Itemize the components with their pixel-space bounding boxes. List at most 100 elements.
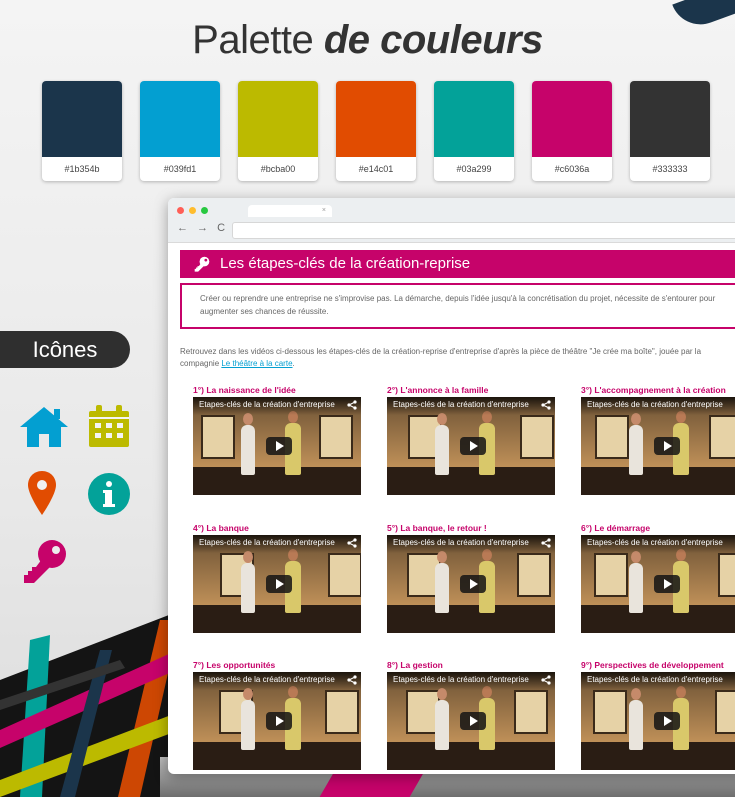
intro-box: Créer ou reprendre une entreprise ne s'i… [180,283,735,329]
play-button[interactable] [654,575,680,593]
play-button[interactable] [460,575,486,593]
swatch-color [42,81,122,157]
video-caption: Etapes-clés de la création d'entreprise [581,535,735,553]
video-caption: Etapes-clés de la création d'entreprise [193,535,361,553]
info-icon [88,473,130,515]
thumbnail-window [201,415,235,459]
video-thumbnail[interactable]: Etapes-clés de la création d'entreprise [581,672,735,770]
video-card[interactable]: 4°) La banque Etapes-clés de la création … [193,521,361,633]
swatch-color [336,81,416,157]
title-bold: de couleurs [323,18,544,62]
actor-figure [629,700,643,750]
minimize-dot[interactable] [189,207,196,214]
video-card[interactable]: 6°) Le démarrage Etapes-clés de la créati… [581,521,735,633]
thumbnail-window [328,553,361,597]
swatch-6: #c6036a [532,81,612,181]
play-button[interactable] [654,712,680,730]
thumbnail-floor [581,467,735,495]
swatch-label: #333333 [652,164,688,174]
swatch-color [140,81,220,157]
video-card[interactable]: 7°) Les opportunités Etapes-clés de la cr… [193,658,361,770]
actor-figure [435,425,449,475]
share-icon[interactable] [347,400,357,410]
close-dot[interactable] [177,207,184,214]
thumbnail-window [715,690,735,734]
video-card[interactable]: 5°) La banque, le retour ! Etapes-clés de… [387,521,555,633]
video-thumbnail[interactable]: Etapes-clés de la création d'entreprise [387,535,555,633]
calendar-icon [89,405,129,447]
video-caption: Etapes-clés de la création d'entreprise [387,397,555,415]
color-palette: #1b354b #039fd1 #bcba00 #e14c01 #03a299 … [42,81,710,181]
video-caption: Etapes-clés de la création d'entreprise [193,397,361,415]
share-icon[interactable] [541,538,551,548]
swatch-2: #039fd1 [140,81,220,181]
swatch-3: #bcba00 [238,81,318,181]
swatch-label: #1b354b [64,164,100,174]
icons-section-label: Icônes [0,331,130,368]
actor-figure [629,563,643,613]
thumbnail-floor [581,605,735,633]
share-icon[interactable] [541,400,551,410]
browser-chrome: × ← → C [168,198,735,243]
thumbnail-window [709,415,735,459]
key-icon [194,256,210,272]
actor-figure [435,700,449,750]
video-title: 9°) Perspectives de développement [581,660,724,670]
video-card[interactable]: 2°) L'annonce à la famille Etapes-clés de… [387,383,555,495]
video-card[interactable]: 9°) Perspectives de développement Etapes-… [581,658,735,770]
video-thumbnail[interactable]: Etapes-clés de la création d'entreprise [193,397,361,495]
swatch-label: #03a299 [456,164,492,174]
thumbnail-floor [581,742,735,770]
swatch-label: #e14c01 [358,164,394,174]
swatch-color [630,81,710,157]
play-button[interactable] [460,712,486,730]
share-icon[interactable] [347,538,357,548]
share-icon[interactable] [347,675,357,685]
swatch-label: #c6036a [554,164,590,174]
video-card[interactable]: 8°) La gestion Etapes-clés de la création… [387,658,555,770]
video-title: 5°) La banque, le retour ! [387,523,487,533]
video-thumbnail[interactable]: Etapes-clés de la création d'entreprise [387,672,555,770]
play-button[interactable] [266,712,292,730]
thumbnail-floor [193,742,361,770]
tab-close-icon[interactable]: × [322,207,326,214]
swatch-color [434,81,514,157]
swatch-7: #333333 [630,81,710,181]
play-button[interactable] [266,575,292,593]
section-banner: Les étapes-clés de la création-reprise [180,250,735,278]
video-caption: Etapes-clés de la création d'entreprise [387,535,555,553]
theatre-link[interactable]: Le théâtre à la carte [221,359,292,368]
actor-figure [241,700,255,750]
actor-figure [435,563,449,613]
swatch-1: #1b354b [42,81,122,181]
video-thumbnail[interactable]: Etapes-clés de la création d'entreprise [193,672,361,770]
video-card[interactable]: 1°) La naissance de l'idée Etapes-clés de… [193,383,361,495]
share-icon[interactable] [541,675,551,685]
play-button[interactable] [266,437,292,455]
thumbnail-floor [193,605,361,633]
video-title: 7°) Les opportunités [193,660,276,670]
video-card[interactable]: 3°) L'accompagnement à la création Etapes… [581,383,735,495]
video-thumbnail[interactable]: Etapes-clés de la création d'entreprise [581,397,735,495]
play-button[interactable] [654,437,680,455]
thumbnail-window [319,415,353,459]
address-bar[interactable] [232,222,735,239]
video-thumbnail[interactable]: Etapes-clés de la création d'entreprise [387,397,555,495]
video-thumbnail[interactable]: Etapes-clés de la création d'entreprise [193,535,361,633]
swatch-4: #e14c01 [336,81,416,181]
video-thumbnail[interactable]: Etapes-clés de la création d'entreprise [581,535,735,633]
thumbnail-floor [387,742,555,770]
thumbnail-window [517,553,551,597]
intro-paragraph: Retrouvez dans les vidéos ci-dessous les… [180,346,735,370]
browser-tab[interactable]: × [248,205,332,217]
nav-buttons[interactable]: ← → C [177,222,228,234]
thumbnail-window [594,553,628,597]
maximize-dot[interactable] [201,207,208,214]
actor-figure [629,425,643,475]
swatch-label: #bcba00 [260,164,296,174]
play-button[interactable] [460,437,486,455]
swatch-color [238,81,318,157]
video-title: 4°) La banque [193,523,249,533]
home-icon [20,407,68,447]
thumbnail-window [520,415,554,459]
